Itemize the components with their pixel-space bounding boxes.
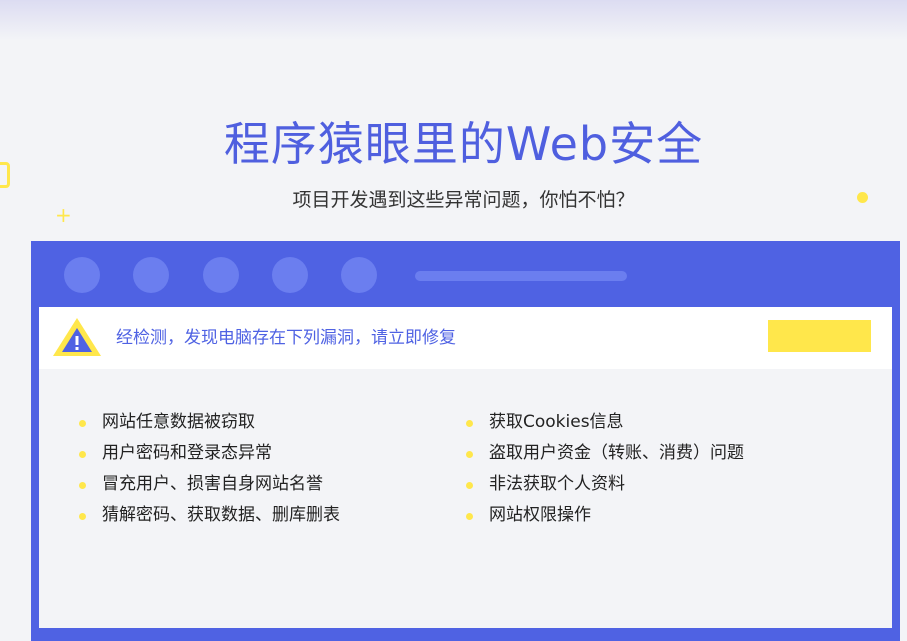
list-item-text: 获取Cookies信息	[489, 412, 624, 432]
page-subtitle: 项目开发遇到这些异常问题，你怕不怕？	[292, 189, 635, 211]
list-item: 网站权限操作	[466, 500, 744, 531]
bullet-dot	[79, 420, 86, 427]
page-title: 程序猿眼里的Web安全	[223, 117, 704, 171]
browser-dot-2	[133, 257, 169, 293]
browser-dot-3	[203, 257, 239, 293]
bullet-dot	[79, 513, 86, 520]
bullet-dot	[466, 420, 473, 427]
list-item-text: 猜解密码、获取数据、删库删表	[102, 505, 340, 525]
list-item-text: 非法获取个人资料	[489, 474, 625, 494]
bullet-dot	[466, 482, 473, 489]
browser-address-bar	[415, 271, 627, 281]
alert-message: 经检测，发现电脑存在下列漏洞，请立即修复	[116, 328, 456, 348]
issue-list-right: 获取Cookies信息 盗取用户资金（转账、消费）问题 非法获取个人资料 网站权…	[466, 407, 744, 531]
list-item: 获取Cookies信息	[466, 407, 744, 438]
list-item: 用户密码和登录态异常	[79, 438, 340, 469]
list-item: 猜解密码、获取数据、删库删表	[79, 500, 340, 531]
bullet-dot	[466, 451, 473, 458]
browser-dot-4	[272, 257, 308, 293]
list-item-text: 网站任意数据被窃取	[102, 412, 255, 432]
list-item-text: 盗取用户资金（转账、消费）问题	[489, 443, 744, 463]
issue-list-left: 网站任意数据被窃取 用户密码和登录态异常 冒充用户、损害自身网站名誉 猜解密码、…	[79, 407, 340, 531]
page: { "hero": { "title": "程序猿眼里的Web安全", "sub…	[0, 0, 907, 641]
list-item: 盗取用户资金（转账、消费）问题	[466, 438, 744, 469]
repair-button[interactable]	[768, 320, 871, 352]
top-gradient	[0, 0, 907, 40]
list-item: 冒充用户、损害自身网站名誉	[79, 469, 340, 500]
browser-dot-5	[341, 257, 377, 293]
list-item-text: 网站权限操作	[489, 505, 591, 525]
bullet-dot	[79, 451, 86, 458]
bullet-dot	[79, 482, 86, 489]
warning-triangle-icon	[53, 318, 101, 356]
vulnerability-alert-bar: 经检测，发现电脑存在下列漏洞，请立即修复	[39, 307, 892, 369]
list-item-text: 用户密码和登录态异常	[102, 443, 272, 463]
list-item: 网站任意数据被窃取	[79, 407, 340, 438]
bullet-dot	[466, 513, 473, 520]
browser-dot-1	[64, 257, 100, 293]
issue-list-panel: 网站任意数据被窃取 用户密码和登录态异常 冒充用户、损害自身网站名誉 猜解密码、…	[39, 369, 892, 628]
list-item: 非法获取个人资料	[466, 469, 744, 500]
list-item-text: 冒充用户、损害自身网站名誉	[102, 474, 323, 494]
